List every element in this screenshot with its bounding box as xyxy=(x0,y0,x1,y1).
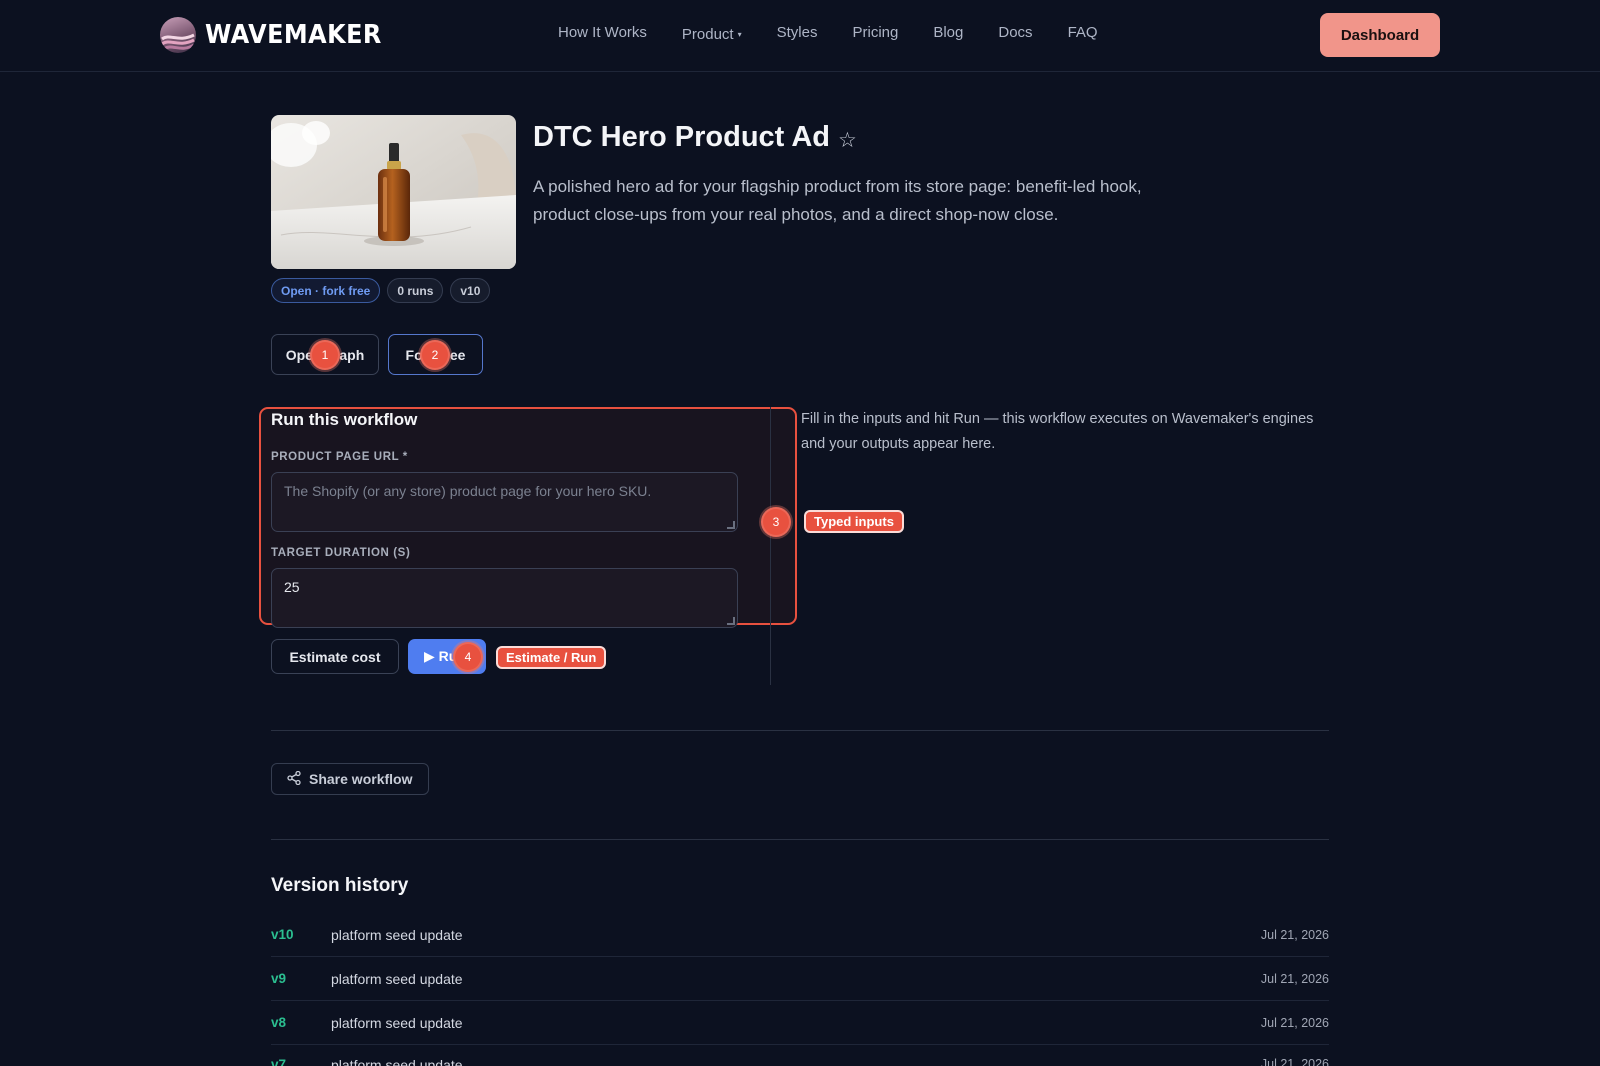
version-label: v8 xyxy=(271,1015,287,1030)
star-icon[interactable]: ☆ xyxy=(838,128,857,153)
dashboard-button[interactable]: Dashboard xyxy=(1320,13,1440,57)
version-message: platform seed update xyxy=(331,970,463,987)
section-divider xyxy=(271,839,1329,840)
nav-styles[interactable]: Styles xyxy=(777,22,818,46)
version-row: v8 platform seed update Jul 21, 2026 xyxy=(271,1001,1329,1045)
workflow-badges: Open · fork free 0 runs v10 xyxy=(271,278,491,303)
version-label: v9 xyxy=(271,971,287,986)
section-divider xyxy=(271,730,1329,731)
version-row: v9 platform seed update Jul 21, 2026 xyxy=(271,957,1329,1001)
panel-divider xyxy=(770,407,771,685)
resize-handle-icon[interactable] xyxy=(727,521,735,529)
nav-blog[interactable]: Blog xyxy=(933,22,963,46)
product-url-label: PRODUCT PAGE URL * xyxy=(271,451,408,463)
nav-faq[interactable]: FAQ xyxy=(1068,22,1098,46)
main-nav: How It Works Product ▾ Styles Pricing Blo… xyxy=(558,22,1133,46)
run-help-text: Fill in the inputs and hit Run — this wo… xyxy=(801,411,1314,452)
workflow-title-row: DTC Hero Product Ad ☆ xyxy=(533,121,857,154)
version-message: platform seed update xyxy=(331,926,463,943)
nav-product-label: Product xyxy=(681,26,734,43)
nav-pricing[interactable]: Pricing xyxy=(852,22,898,46)
brand-name: WAVEMAKER xyxy=(205,20,382,50)
workflow-description: A polished hero ad for your flagship pro… xyxy=(533,177,1142,224)
target-duration-input[interactable]: 25 xyxy=(271,568,738,628)
page-title: DTC Hero Product Ad xyxy=(533,121,830,153)
typed-inputs-tag: Typed inputs xyxy=(804,510,904,533)
run-panel-title: Run this workflow xyxy=(271,410,418,429)
version-history-title: Version history xyxy=(271,875,409,896)
annotation-marker-2: 2 xyxy=(420,340,450,370)
share-workflow-label: Share workflow xyxy=(309,771,413,787)
version-row: v10 platform seed update Jul 21, 2026 xyxy=(271,913,1329,957)
version-date: Jul 21, 2026 xyxy=(1260,1057,1329,1066)
version-badge: v10 xyxy=(450,278,491,303)
nav-how-it-works[interactable]: How It Works xyxy=(558,22,647,46)
chevron-down-icon: ▾ xyxy=(737,30,742,40)
annotation-marker-1: 1 xyxy=(310,340,340,370)
version-label: v10 xyxy=(271,927,294,942)
nav-product[interactable]: Product ▾ xyxy=(682,24,742,46)
status-badge: Open · fork free xyxy=(271,278,381,303)
version-message: platform seed update xyxy=(331,1057,463,1066)
top-navbar: WAVEMAKER How It Works Product ▾ Styles P… xyxy=(0,0,1600,72)
version-row: v7 platform seed update Jul 21, 2026 xyxy=(271,1045,1329,1066)
resize-handle-icon[interactable] xyxy=(727,617,735,625)
product-url-input[interactable] xyxy=(271,472,738,532)
annotation-marker-3: 3 xyxy=(761,507,791,537)
version-message: platform seed update xyxy=(331,1014,463,1031)
version-label: v7 xyxy=(271,1057,287,1066)
share-workflow-button[interactable]: Share workflow xyxy=(271,763,429,795)
version-date: Jul 21, 2026 xyxy=(1260,927,1329,942)
share-icon xyxy=(287,770,301,788)
estimate-run-tag: Estimate / Run xyxy=(496,646,607,669)
nav-docs[interactable]: Docs xyxy=(998,22,1032,46)
target-duration-label: TARGET DURATION (S) xyxy=(271,547,411,559)
version-date: Jul 21, 2026 xyxy=(1260,971,1329,986)
workflow-thumbnail xyxy=(271,115,516,269)
wavemaker-logo-icon xyxy=(160,17,196,53)
version-date: Jul 21, 2026 xyxy=(1260,1015,1329,1030)
annotation-marker-4: 4 xyxy=(453,642,483,672)
brand[interactable]: WAVEMAKER xyxy=(160,17,397,53)
runs-badge: 0 runs xyxy=(387,278,444,303)
estimate-cost-button[interactable]: Estimate cost xyxy=(271,639,399,674)
